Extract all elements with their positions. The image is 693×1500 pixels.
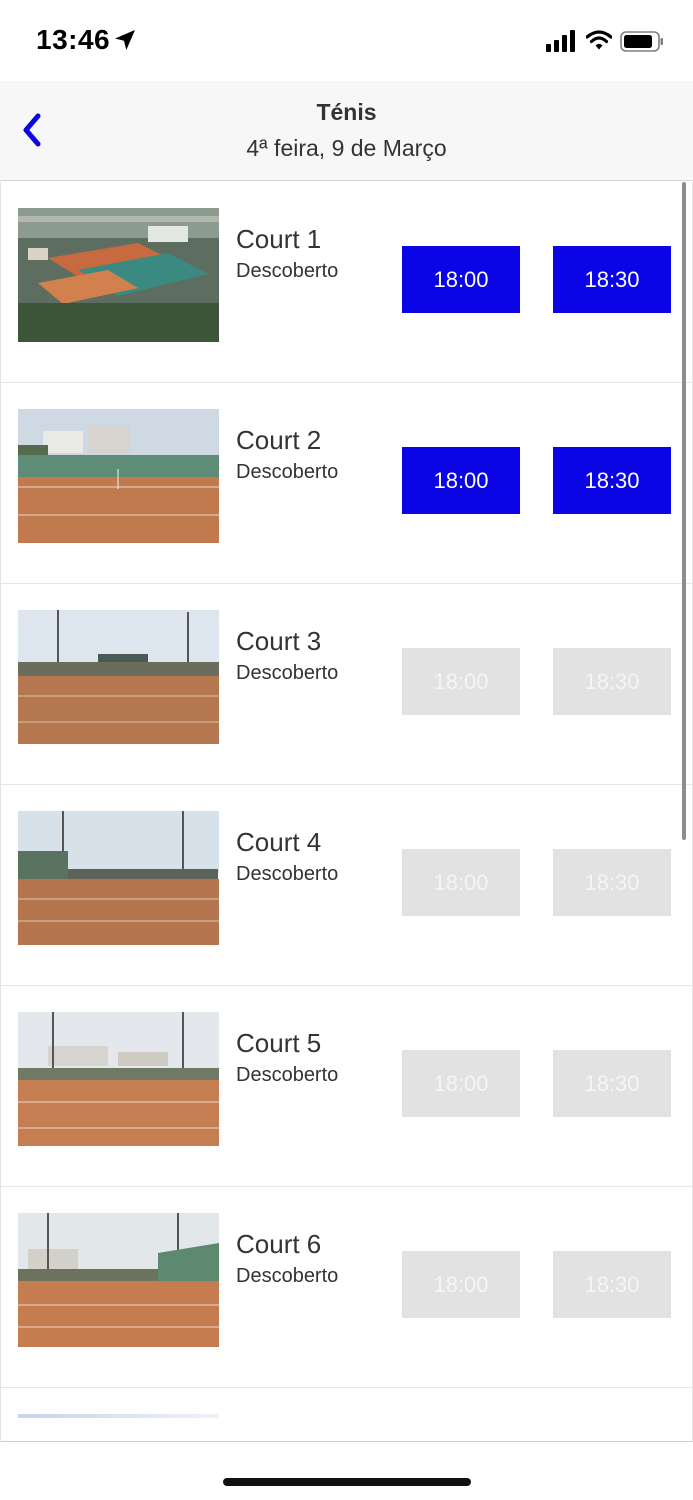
court-row[interactable]: Court 5 Descoberto 18:00 18:30 bbox=[1, 986, 692, 1187]
court-row[interactable]: Court 3 Descoberto 18:00 18:30 bbox=[1, 584, 692, 785]
time-slot-button[interactable]: 18:00 bbox=[402, 1050, 520, 1117]
time-slot-button[interactable]: 18:30 bbox=[553, 447, 671, 514]
court-photo bbox=[18, 1213, 219, 1347]
court-photo bbox=[18, 811, 219, 945]
time-slot-button[interactable]: 18:30 bbox=[553, 246, 671, 313]
court-photo bbox=[18, 1012, 219, 1146]
time-slot-button[interactable]: 18:00 bbox=[402, 648, 520, 715]
court-type: Descoberto bbox=[236, 1265, 339, 1287]
time-slot-button[interactable]: 18:30 bbox=[553, 849, 671, 916]
time-slot-button[interactable]: 18:30 bbox=[553, 648, 671, 715]
court-name: Court 4 bbox=[236, 827, 322, 857]
court-name: Court 1 bbox=[236, 224, 322, 254]
court-photo bbox=[18, 1414, 219, 1418]
court-type: Descoberto bbox=[236, 461, 339, 483]
battery-icon bbox=[620, 31, 663, 52]
court-row[interactable]: Court 2 Descoberto 18:00 18:30 bbox=[1, 383, 692, 584]
court-photo bbox=[18, 610, 219, 744]
wifi-icon bbox=[586, 30, 612, 50]
time-slot-button[interactable]: 18:30 bbox=[553, 1251, 671, 1318]
time-slot-button[interactable]: 18:30 bbox=[553, 1050, 671, 1117]
status-bar: 13:46 bbox=[0, 0, 693, 81]
navigation-header: Ténis 4ª feira, 9 de Março bbox=[0, 81, 693, 181]
court-photo bbox=[18, 208, 219, 342]
court-row[interactable]: Court 1 Descoberto 18:00 18:30 bbox=[1, 182, 692, 383]
time-slot-button[interactable]: 18:00 bbox=[402, 447, 520, 514]
time-slot-button[interactable]: 18:00 bbox=[402, 246, 520, 313]
court-type: Descoberto bbox=[236, 863, 339, 885]
court-name: Court 3 bbox=[236, 626, 322, 656]
cellular-signal-icon bbox=[546, 30, 575, 52]
court-row[interactable]: Court 4 Descoberto 18:00 18:30 bbox=[1, 785, 692, 986]
court-list[interactable]: Court 1 Descoberto 18:00 18:30 Court 2 D… bbox=[0, 182, 693, 1442]
court-type: Descoberto bbox=[236, 1064, 339, 1086]
court-photo bbox=[18, 409, 219, 543]
page-title: Ténis bbox=[316, 99, 377, 125]
court-name: Court 5 bbox=[236, 1028, 322, 1058]
court-type: Descoberto bbox=[236, 260, 339, 282]
court-name: Court 2 bbox=[236, 425, 322, 455]
scrollbar[interactable] bbox=[682, 182, 686, 840]
court-row[interactable]: Court 6 Descoberto 18:00 18:30 bbox=[1, 1187, 692, 1388]
time-slot-button[interactable]: 18:00 bbox=[402, 1251, 520, 1318]
home-indicator[interactable] bbox=[223, 1478, 471, 1486]
page-date-subtitle: 4ª feira, 9 de Março bbox=[246, 135, 447, 161]
time-slot-button[interactable]: 18:00 bbox=[402, 849, 520, 916]
court-name: Court 6 bbox=[236, 1229, 322, 1259]
court-type: Descoberto bbox=[236, 662, 339, 684]
location-arrow-icon bbox=[115, 30, 135, 50]
status-time: 13:46 bbox=[36, 24, 111, 55]
